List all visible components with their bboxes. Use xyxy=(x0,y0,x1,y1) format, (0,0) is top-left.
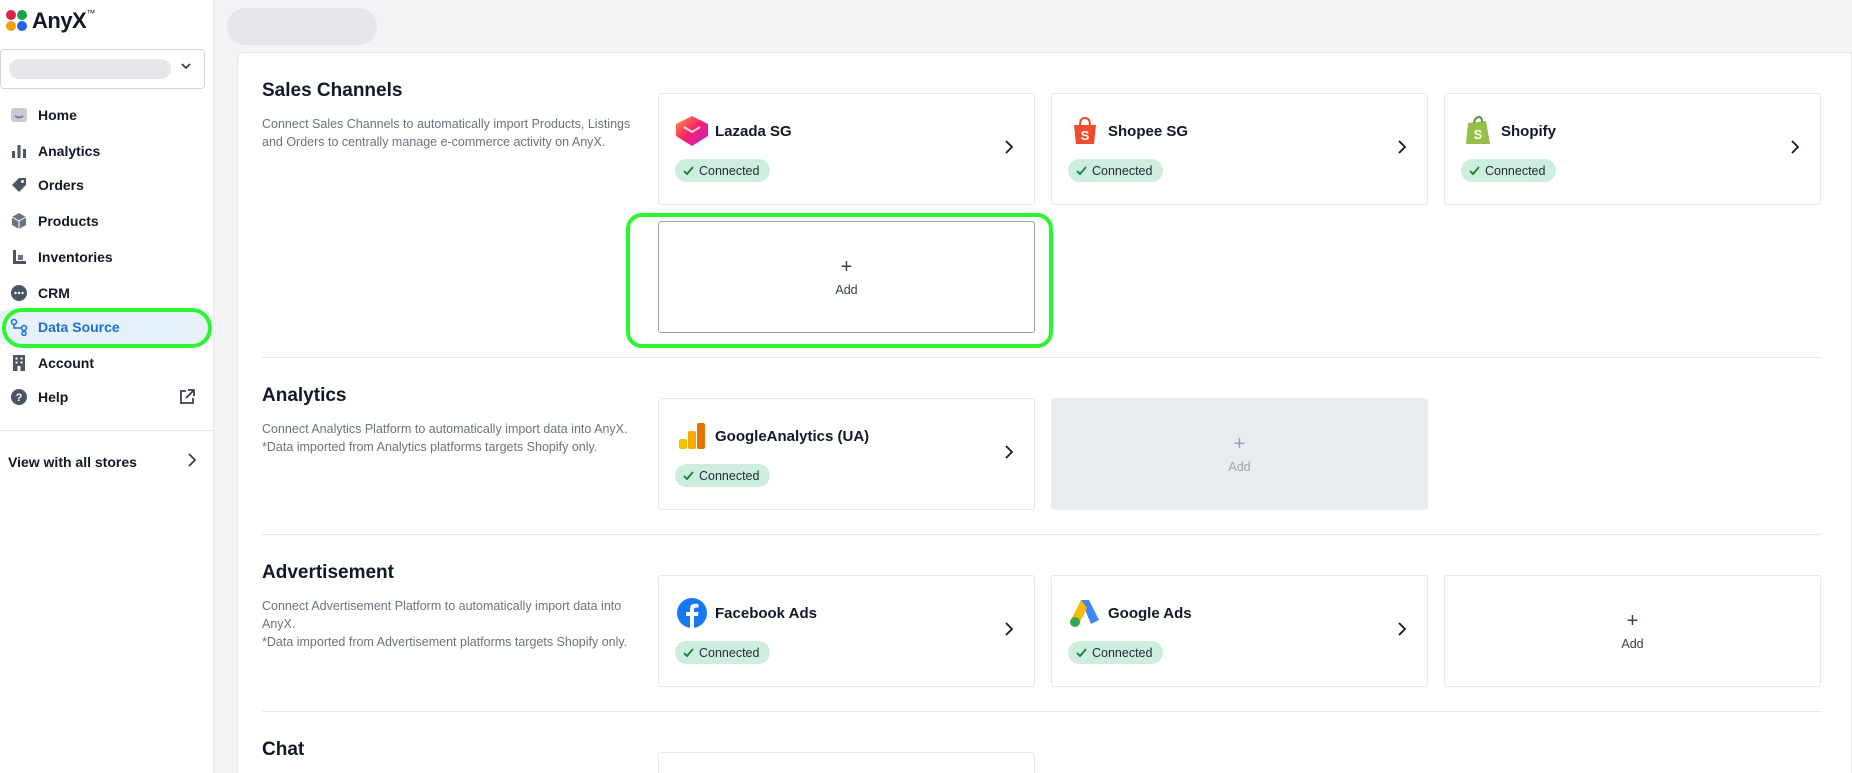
check-icon xyxy=(683,470,694,480)
section-divider xyxy=(262,711,1822,712)
chevron-right-icon xyxy=(1397,622,1407,641)
plus-icon: + xyxy=(1233,433,1246,455)
sidebar-item-orders[interactable]: Orders xyxy=(0,168,210,202)
tag-icon xyxy=(9,175,29,195)
section-divider xyxy=(262,534,1822,535)
add-advertisement-button[interactable]: + Add xyxy=(1444,575,1821,687)
plus-icon: + xyxy=(1626,610,1639,632)
chat-card-partial[interactable] xyxy=(658,752,1035,773)
sidebar-item-help[interactable]: ? Help xyxy=(0,380,210,414)
data-source-icon xyxy=(9,317,29,337)
sidebar-item-products[interactable]: Products xyxy=(0,204,210,238)
chevron-down-icon xyxy=(180,59,192,75)
section-title-advertisement: Advertisement xyxy=(262,562,394,583)
svg-text:S: S xyxy=(1081,128,1090,143)
shopify-logo-icon: S xyxy=(1461,116,1495,146)
check-icon xyxy=(1076,165,1087,175)
ads-card-google-ads[interactable]: Google Ads Connected xyxy=(1051,575,1428,687)
check-icon xyxy=(1076,647,1087,657)
section-desc-analytics: Connect Analytics Platform to automatica… xyxy=(262,422,628,454)
lazada-logo-icon xyxy=(675,116,709,146)
svg-text:S: S xyxy=(1474,127,1483,142)
svg-text:?: ? xyxy=(16,392,23,404)
sidebar-item-analytics[interactable]: Analytics xyxy=(0,134,210,168)
add-analytics-button-disabled: + Add xyxy=(1051,398,1428,510)
sidebar-item-data-source[interactable]: Data Source xyxy=(0,310,210,344)
view-all-stores-link[interactable]: View with all stores xyxy=(8,452,198,472)
bar-chart-icon xyxy=(9,141,29,161)
section-title-chat: Chat xyxy=(262,739,305,760)
chat-bubble-icon xyxy=(9,283,29,303)
sidebar: AnyX™ Home Analytics Orders Products Inv… xyxy=(0,0,214,773)
external-link-icon[interactable] xyxy=(178,388,196,411)
app-logo[interactable]: AnyX™ xyxy=(6,8,95,34)
add-sales-channel-button[interactable]: + Add xyxy=(658,221,1035,333)
box-icon xyxy=(9,211,29,231)
chevron-right-icon xyxy=(1790,140,1800,159)
chevron-right-icon xyxy=(1004,622,1014,641)
status-badge: Connected xyxy=(1461,159,1557,182)
chevron-right-icon xyxy=(1397,140,1407,159)
sidebar-item-inventories[interactable]: Inventories xyxy=(0,240,210,274)
status-badge: Connected xyxy=(675,641,771,664)
status-badge: Connected xyxy=(675,159,771,182)
channel-card-shopify[interactable]: S Shopify Connected xyxy=(1444,93,1821,205)
check-icon xyxy=(683,647,694,657)
sidebar-item-account[interactable]: Account xyxy=(0,346,210,380)
question-icon: ? xyxy=(9,387,29,407)
sidebar-item-crm[interactable]: CRM xyxy=(0,276,210,310)
anyx-logo-icon xyxy=(6,10,28,32)
google-ads-logo-icon xyxy=(1068,598,1102,628)
inventory-icon xyxy=(9,247,29,267)
ads-card-facebook[interactable]: Facebook Ads Connected xyxy=(658,575,1035,687)
chevron-right-icon xyxy=(1004,140,1014,159)
sidebar-item-home[interactable]: Home xyxy=(0,98,210,132)
section-title-analytics: Analytics xyxy=(262,385,347,406)
store-name-placeholder xyxy=(9,59,171,79)
status-badge: Connected xyxy=(1068,641,1164,664)
section-desc-advertisement: Connect Advertisement Platform to automa… xyxy=(262,599,628,649)
plus-icon: + xyxy=(840,256,853,278)
building-icon xyxy=(9,353,29,373)
check-icon xyxy=(683,165,694,175)
chevron-right-icon xyxy=(1004,445,1014,464)
chevron-right-icon xyxy=(186,452,198,473)
section-desc-sales-channels: Connect Sales Channels to automatically … xyxy=(262,117,631,149)
analytics-card-google-analytics[interactable]: GoogleAnalytics (UA) Connected xyxy=(658,398,1035,510)
status-badge: Connected xyxy=(675,464,771,487)
app-name: AnyX™ xyxy=(32,8,95,33)
channel-card-shopee[interactable]: S Shopee SG Connected xyxy=(1051,93,1428,205)
home-icon xyxy=(9,105,29,125)
status-badge: Connected xyxy=(1068,159,1164,182)
facebook-logo-icon xyxy=(675,598,709,628)
section-divider xyxy=(262,357,1822,358)
section-title-sales-channels: Sales Channels xyxy=(262,80,403,101)
check-icon xyxy=(1469,165,1480,175)
page-header-placeholder xyxy=(227,8,377,45)
shopee-logo-icon: S xyxy=(1068,116,1102,146)
channel-card-lazada[interactable]: Lazada SG Connected xyxy=(658,93,1035,205)
google-analytics-logo-icon xyxy=(675,421,709,451)
sidebar-divider xyxy=(0,430,213,431)
store-selector[interactable] xyxy=(0,49,205,89)
